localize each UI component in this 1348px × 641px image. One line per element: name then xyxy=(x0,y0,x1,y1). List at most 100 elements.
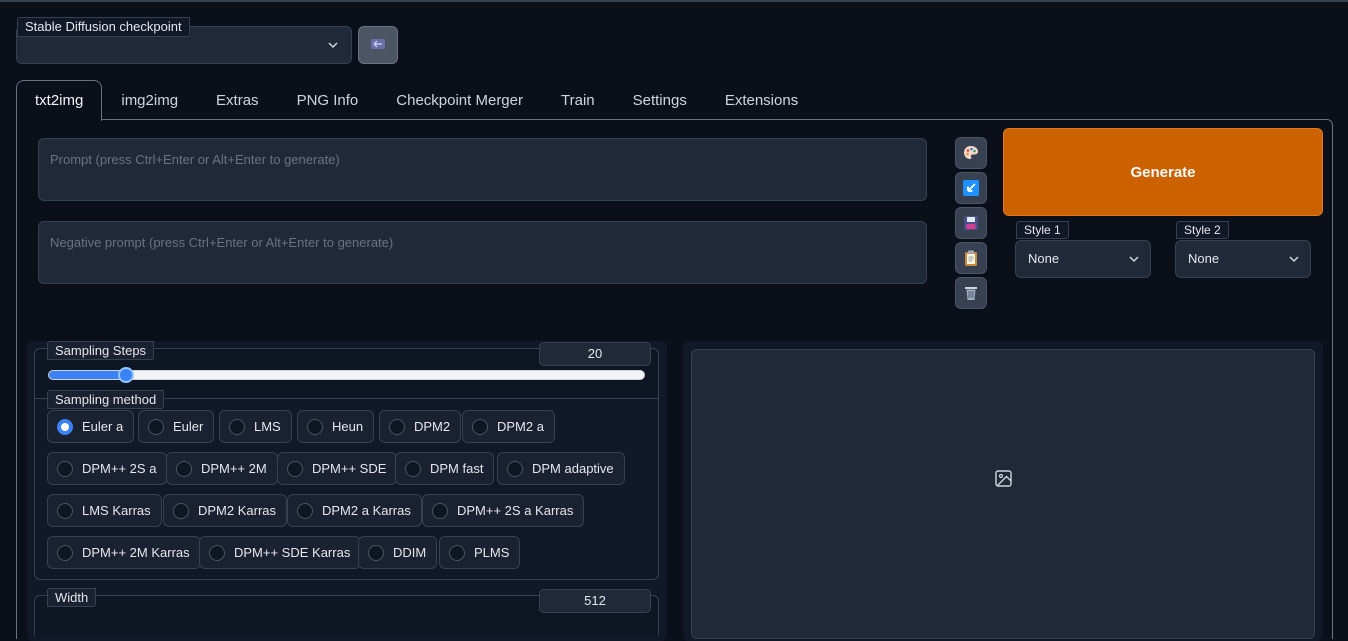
apply-style-button[interactable] xyxy=(955,242,987,274)
sampler-option[interactable]: DPM adaptive xyxy=(497,452,625,485)
radio-icon xyxy=(148,418,164,435)
radio-icon xyxy=(209,544,225,561)
radio-icon xyxy=(173,502,189,519)
tab-extensions[interactable]: Extensions xyxy=(706,80,817,120)
sampler-option[interactable]: LMS Karras xyxy=(47,494,162,527)
clipboard-icon xyxy=(965,250,977,266)
sampler-option[interactable]: DPM++ 2S a xyxy=(47,452,168,485)
save-icon xyxy=(964,216,978,230)
sampler-option-label: PLMS xyxy=(474,545,510,560)
palette-icon xyxy=(964,146,978,159)
top-divider xyxy=(0,0,1348,2)
sampler-option[interactable]: Euler xyxy=(138,410,215,443)
sampling-method-label: Sampling method xyxy=(47,390,165,409)
sampler-option-label: DPM++ 2S a xyxy=(82,461,157,476)
radio-icon xyxy=(307,418,323,435)
clear-prompt-button[interactable] xyxy=(955,277,987,309)
radio-icon xyxy=(297,502,313,519)
sampler-option-label: DPM++ SDE Karras xyxy=(234,545,351,560)
radio-icon xyxy=(405,460,421,477)
radio-icon xyxy=(57,502,73,519)
sampler-option-label: DPM2 a xyxy=(497,419,544,434)
checkpoint-label: Stable Diffusion checkpoint xyxy=(17,17,190,37)
save-style-button[interactable] xyxy=(955,207,987,239)
sampling-steps-slider[interactable] xyxy=(48,370,645,380)
sampler-option-label: Euler a xyxy=(82,419,124,434)
generate-button[interactable]: Generate xyxy=(1003,128,1323,216)
main-tabs: txt2img img2img Extras PNG Info Checkpoi… xyxy=(16,80,817,121)
sampler-option[interactable]: DPM++ 2S a Karras xyxy=(422,494,585,527)
sampler-option[interactable]: DPM2 a Karras xyxy=(287,494,422,527)
tab-txt2img[interactable]: txt2img xyxy=(16,80,103,121)
sampling-steps-number[interactable]: 20 xyxy=(539,342,651,366)
radio-icon xyxy=(57,460,73,477)
style-2-label: Style 2 xyxy=(1176,221,1229,239)
radio-icon xyxy=(432,502,448,519)
sampler-option[interactable]: Heun xyxy=(297,410,375,443)
radio-icon xyxy=(176,460,192,477)
sampler-option[interactable]: DPM2 Karras xyxy=(163,494,288,527)
show-extra-networks-button[interactable] xyxy=(955,137,987,169)
style-2-value: None xyxy=(1188,251,1220,266)
sampler-option[interactable]: DPM2 xyxy=(379,410,462,443)
width-label: Width xyxy=(47,588,97,607)
radio-icon xyxy=(449,544,465,561)
tab-train[interactable]: Train xyxy=(542,80,614,120)
sampling-steps-label: Sampling Steps xyxy=(47,341,155,360)
sampler-option-label: Heun xyxy=(332,419,364,434)
style-2-dropdown[interactable]: None xyxy=(1175,240,1311,278)
sampler-option-label: LMS xyxy=(254,419,281,434)
sampler-option[interactable]: DPM++ SDE xyxy=(277,452,398,485)
sampler-option[interactable]: DPM fast xyxy=(395,452,495,485)
read-generation-params-button[interactable] xyxy=(955,172,987,204)
radio-icon xyxy=(368,544,384,561)
sampler-option[interactable]: DPM++ 2M Karras xyxy=(47,536,201,569)
width-number[interactable]: 512 xyxy=(539,589,651,613)
sampler-option-label: DPM++ 2S a Karras xyxy=(457,503,574,518)
sampler-option-label: DPM adaptive xyxy=(532,461,614,476)
sampler-option-label: Euler xyxy=(173,419,204,434)
sampler-option[interactable]: Euler a xyxy=(47,410,135,443)
sampler-option-label: DPM++ 2M Karras xyxy=(82,545,190,560)
sampler-option[interactable]: DPM++ 2M xyxy=(166,452,278,485)
arrow-checkbox-icon xyxy=(963,180,979,196)
sampling-steps-slider-thumb[interactable] xyxy=(117,367,134,383)
tab-png-info[interactable]: PNG Info xyxy=(278,80,378,120)
radio-icon xyxy=(287,460,303,477)
sampler-option-label: DPM++ SDE xyxy=(312,461,387,476)
sampler-option[interactable]: PLMS xyxy=(439,536,521,569)
trash-icon xyxy=(965,287,977,300)
png-arrow-icon xyxy=(371,39,385,49)
style-1-label: Style 1 xyxy=(1016,221,1069,239)
sampler-option-label: DPM2 a Karras xyxy=(322,503,411,518)
radio-selected-icon xyxy=(57,418,73,435)
sampler-option-label: DPM fast xyxy=(430,461,484,476)
sampler-option-label: DPM++ 2M xyxy=(201,461,267,476)
tab-checkpoint-merger[interactable]: Checkpoint Merger xyxy=(377,80,542,120)
sampler-option-label: DPM2 Karras xyxy=(198,503,277,518)
tab-extras[interactable]: Extras xyxy=(197,80,278,120)
chevron-down-icon xyxy=(328,42,338,49)
sampler-option-label: DPM2 xyxy=(414,419,451,434)
output-gallery xyxy=(691,349,1315,639)
tab-img2img[interactable]: img2img xyxy=(102,80,197,120)
sampling-steps-slider-fill xyxy=(49,371,127,379)
chevron-down-icon xyxy=(1289,256,1299,263)
sampler-option[interactable]: DPM2 a xyxy=(462,410,555,443)
style-1-value: None xyxy=(1028,251,1060,266)
image-icon xyxy=(995,470,1012,487)
style-1-dropdown[interactable]: None xyxy=(1015,240,1151,278)
refresh-checkpoint-button[interactable] xyxy=(358,26,398,64)
chevron-down-icon xyxy=(1129,256,1139,263)
sampler-option[interactable]: DPM++ SDE Karras xyxy=(199,536,362,569)
sampler-option[interactable]: DDIM xyxy=(358,536,438,569)
negative-prompt-input[interactable]: Negative prompt (press Ctrl+Enter or Alt… xyxy=(38,221,927,284)
sampler-option-label: LMS Karras xyxy=(82,503,151,518)
sampler-option[interactable]: LMS xyxy=(219,410,292,443)
radio-icon xyxy=(389,418,405,435)
radio-icon xyxy=(472,418,488,435)
radio-icon xyxy=(57,544,73,561)
prompt-input[interactable]: Prompt (press Ctrl+Enter or Alt+Enter to… xyxy=(38,138,927,201)
radio-icon xyxy=(229,418,245,435)
tab-settings[interactable]: Settings xyxy=(614,80,706,120)
